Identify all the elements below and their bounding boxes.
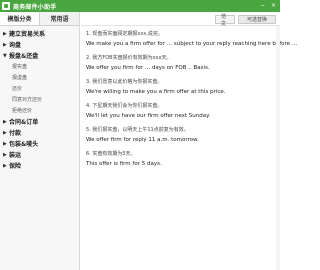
category-label: 付款 <box>9 130 22 137</box>
phrase-chinese: 2. 我方FOB实盘报价有效期为xxx天。 <box>86 55 172 61</box>
sidebar-item-counter-price[interactable]: 还价 <box>0 83 79 94</box>
tab-common-phrases[interactable]: 常用语 <box>40 12 79 25</box>
list-item[interactable]: 5. 我们报实盘，以明天上午11点前复为有效。 We offer firm fo… <box>86 125 280 149</box>
sidebar-item-reject-counter[interactable]: 拒绝还价 <box>0 105 79 116</box>
category-inquiry[interactable]: ▶ 询盘 <box>0 39 79 50</box>
category-tree: ▶ 建立贸易关系 ▶ 询盘 ▼ 报盘&还盘 报实盘 报虚盘 还价 同意对方还价 … <box>0 26 79 171</box>
list-item[interactable]: 1. 现盘而实面顾定期报xxx,说完。 We make you a firm o… <box>86 29 298 53</box>
category-packing[interactable]: ▶ 包装&唛头 <box>0 138 79 149</box>
sidebar-item-non-firm-offer[interactable]: 报虚盘 <box>0 72 79 83</box>
app-logo-icon <box>2 2 10 10</box>
replaceable-button[interactable]: 可选替换 <box>238 15 276 24</box>
phrase-list: 1. 现盘而实面顾定期报xxx,说完。 We make you a firm o… <box>81 26 298 173</box>
category-label: 包装&唛头 <box>9 141 39 148</box>
category-offer-counteroffer[interactable]: ▼ 报盘&还盘 <box>0 50 79 61</box>
window-controls: − × <box>259 3 277 10</box>
sidebar-item-firm-offer[interactable]: 报实盘 <box>0 61 79 72</box>
category-label: 保险 <box>9 163 22 170</box>
close-button[interactable]: × <box>270 3 277 10</box>
window-title: 商务邮件小助手 <box>13 3 57 11</box>
phrase-chinese: 5. 我们报实盘，以明天上午11点前复为有效。 <box>86 127 189 133</box>
category-insurance[interactable]: ▶ 保险 <box>0 160 79 171</box>
phrase-chinese: 1. 现盘而实面顾定期报xxx,说完。 <box>86 31 163 37</box>
sidebar-tabs: 模版分类 常用语 <box>0 12 79 26</box>
category-shipment[interactable]: ▶ 装运 <box>0 149 79 160</box>
phrase-chinese: 4. 下星期天我们会为你们报实盘。 <box>86 103 163 109</box>
category-label: 建立贸易关系 <box>9 31 46 38</box>
category-label: 合同&订单 <box>9 119 39 126</box>
main-panel: 范文 可选替换 1. 现盘而实面顾定期报xxx,说完。 We make you … <box>81 12 298 270</box>
phrase-english: We'll let you have our firm offer next S… <box>86 113 211 119</box>
list-item[interactable]: 2. 我方FOB实盘报价有效期为xxx天。 We offer you firm … <box>86 53 280 77</box>
phrase-english: We offer firm for reply 11 a.m. tomorrow… <box>86 137 199 143</box>
category-label: 装运 <box>9 152 22 159</box>
sample-text-button[interactable]: 范文 <box>215 14 235 27</box>
minimize-button[interactable]: − <box>259 3 266 10</box>
title-bar: 商务邮件小助手 − × <box>0 0 280 12</box>
tab-template-categories[interactable]: 模版分类 <box>0 12 40 25</box>
phrase-english: We make you a firm offer for … subject t… <box>86 41 298 47</box>
list-item[interactable]: 3. 我们愿意以此价格为你报实盘。 We're willing to make … <box>86 77 280 101</box>
list-item[interactable]: 4. 下星期天我们会为你们报实盘。 We'll let you have our… <box>86 101 280 125</box>
sidebar-item-accept-counter[interactable]: 同意对方还价 <box>0 94 79 105</box>
category-trade-relations[interactable]: ▶ 建立贸易关系 <box>0 28 79 39</box>
category-label: 询盘 <box>9 42 22 49</box>
scrollbar[interactable] <box>276 26 280 270</box>
category-contract-order[interactable]: ▶ 合同&订单 <box>0 116 79 127</box>
phrase-english: We offer you firm for … days on FOB .. B… <box>86 65 210 71</box>
category-payment[interactable]: ▶ 付款 <box>0 127 79 138</box>
sidebar: 模版分类 常用语 ▶ 建立贸易关系 ▶ 询盘 ▼ 报盘&还盘 报实盘 报虚盘 还… <box>0 12 80 270</box>
toolbar: 范文 可选替换 <box>81 12 280 27</box>
phrase-english: This offer is firm for 5 days. <box>86 161 162 167</box>
phrase-chinese: 3. 我们愿意以此价格为你报实盘。 <box>86 79 163 85</box>
phrase-chinese: 6. 实盘有效期为5天。 <box>86 151 136 157</box>
list-item[interactable]: 6. 实盘有效期为5天。 This offer is firm for 5 da… <box>86 149 280 173</box>
phrase-english: We're willing to make you a firm offer a… <box>86 89 226 95</box>
category-label: 报盘&还盘 <box>9 53 39 60</box>
